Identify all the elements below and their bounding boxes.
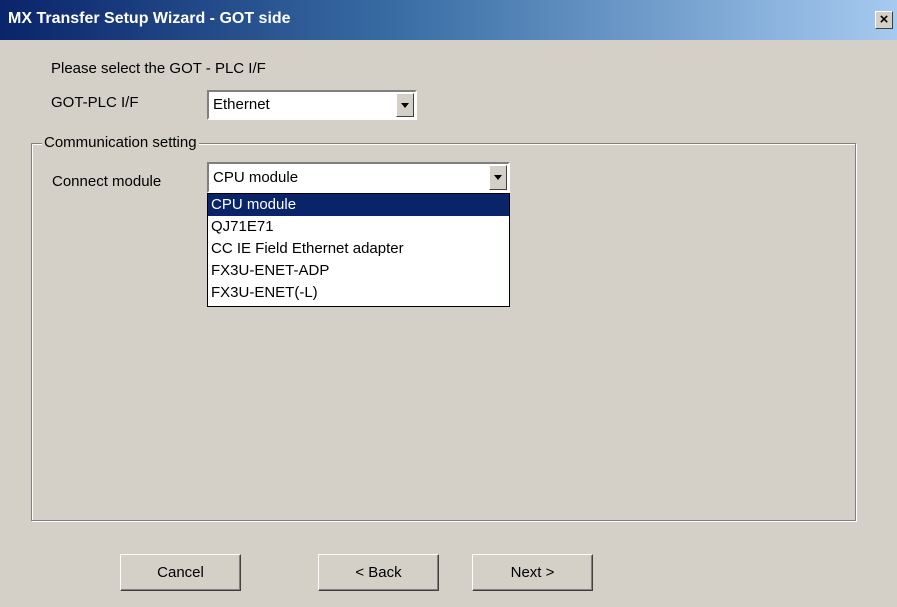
close-button[interactable]: ×	[875, 11, 893, 29]
got-plc-if-select[interactable]: Ethernet	[207, 90, 417, 120]
got-plc-if-label: GOT-PLC I/F	[51, 94, 139, 111]
instruction-text: Please select the GOT - PLC I/F	[51, 60, 266, 77]
title-bar[interactable]: MX Transfer Setup Wizard - GOT side ×	[0, 0, 897, 40]
dropdown-option-fx3u-enet-adp[interactable]: FX3U-ENET-ADP	[208, 260, 509, 282]
got-plc-if-value: Ethernet	[213, 96, 270, 113]
connect-module-select[interactable]: CPU module	[207, 162, 510, 193]
dropdown-option-fx3u-enet-l[interactable]: FX3U-ENET(-L)	[208, 282, 509, 304]
dropdown-option-cpu-module[interactable]: CPU module	[208, 194, 509, 216]
dropdown-option-cc-ie-field[interactable]: CC IE Field Ethernet adapter	[208, 238, 509, 260]
wizard-window: MX Transfer Setup Wizard - GOT side × Pl…	[0, 0, 897, 607]
chevron-down-icon[interactable]	[489, 165, 507, 190]
chevron-down-icon[interactable]	[396, 93, 414, 117]
connect-module-label: Connect module	[52, 173, 162, 190]
close-icon: ×	[879, 11, 889, 28]
connect-module-dropdown: CPU module QJ71E71 CC IE Field Ethernet …	[207, 193, 510, 307]
back-button[interactable]: < Back	[318, 554, 439, 591]
connect-module-value: CPU module	[213, 169, 299, 186]
window-title: MX Transfer Setup Wizard - GOT side	[8, 10, 291, 27]
next-button[interactable]: Next >	[472, 554, 593, 591]
communication-setting-legend: Communication setting	[42, 134, 199, 151]
dropdown-option-qj71e71[interactable]: QJ71E71	[208, 216, 509, 238]
cancel-button[interactable]: Cancel	[120, 554, 241, 591]
